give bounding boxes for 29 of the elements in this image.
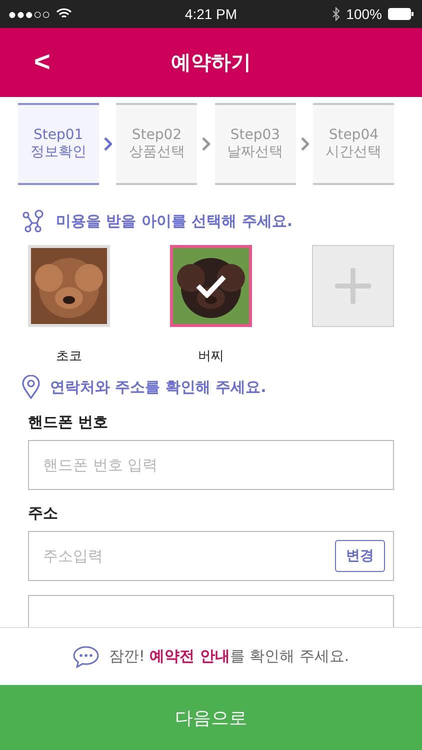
location-pin-icon — [22, 375, 40, 399]
chevron-right-icon — [201, 136, 211, 152]
section-title: 연락처와 주소를 확인해 주세요. — [50, 378, 266, 396]
pet-name: 초코 — [56, 348, 82, 365]
step-tab[interactable]: Step03 날짜선택 — [214, 103, 296, 185]
pet-name: 버찌 — [198, 348, 224, 365]
field-label: 주소 — [28, 504, 59, 523]
field-label: 핸드폰 번호 — [28, 413, 110, 432]
wifi-icon — [56, 8, 72, 20]
check-icon — [195, 274, 227, 298]
screen-title: 예약하기 — [171, 49, 251, 76]
bluetooth-icon — [332, 7, 340, 21]
battery-icon — [388, 8, 414, 20]
chevron-right-icon — [102, 136, 112, 152]
status-time: 4:21 PM — [184, 6, 238, 22]
plus-icon — [335, 268, 371, 304]
battery-percent: 100% — [346, 6, 382, 22]
back-button[interactable]: < — [30, 46, 54, 78]
chevron-right-icon — [300, 136, 310, 152]
signal-strength: ●●●○○ — [8, 6, 50, 22]
step-tab[interactable]: Step02 상품선택 — [116, 103, 198, 185]
step-tab[interactable]: Step04 시간선택 — [313, 103, 394, 185]
speech-bubble-icon — [72, 646, 99, 668]
change-button[interactable]: 변경 — [335, 540, 385, 572]
step-tab[interactable]: Step01 정보확인 — [18, 103, 99, 185]
section-title: 미용을 받을 아이를 선택해 주세요. — [56, 212, 293, 230]
next-button[interactable]: 다음으로 — [0, 685, 422, 750]
notice-text: 잠깐! 예약전 안내를 확인해 주세요. — [108, 647, 350, 666]
phone-input[interactable]: 핸드폰 번호 입력 — [28, 440, 394, 490]
